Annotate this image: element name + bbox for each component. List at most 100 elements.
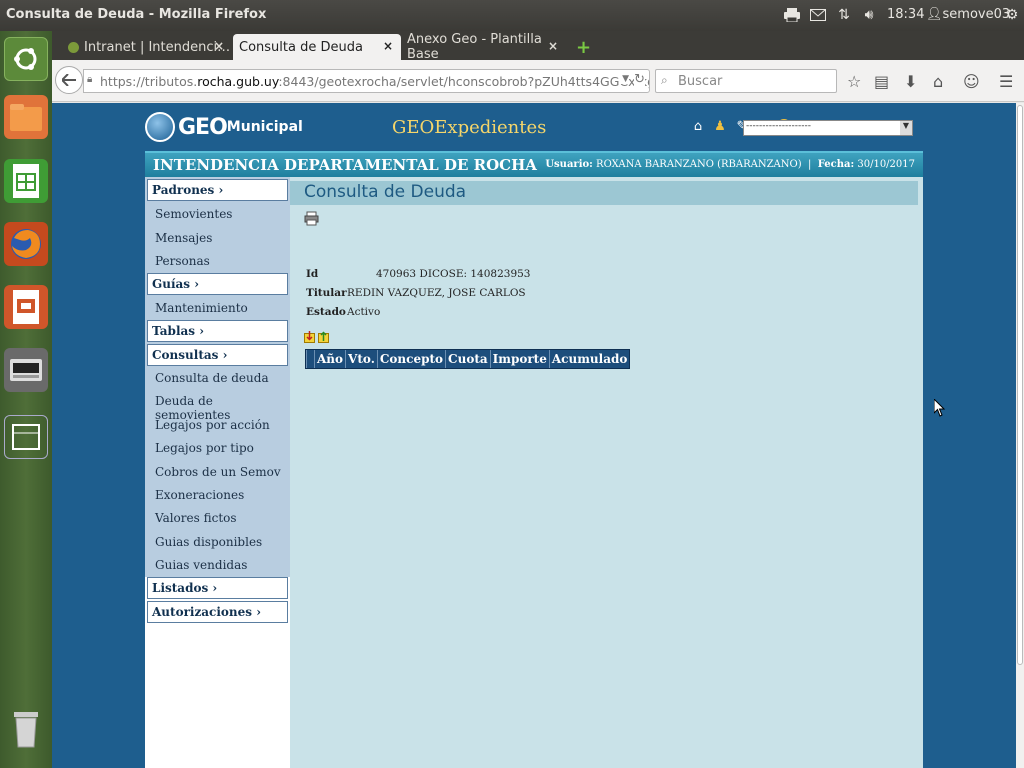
close-tab-icon[interactable]: × [383, 39, 393, 53]
collapse-all-icon[interactable] [318, 328, 329, 347]
estado-label: Estado [306, 306, 346, 318]
table-header-importe[interactable]: Importe [489, 350, 549, 368]
scanner-icon[interactable] [4, 348, 48, 392]
printer-icon[interactable] [782, 5, 802, 25]
sidebar-item-consulta-deuda[interactable]: Consulta de deuda [155, 371, 269, 385]
sidebar-item-exoneraciones[interactable]: Exoneraciones [155, 488, 244, 502]
titular-label: Titular [306, 287, 347, 299]
reading-list-icon[interactable]: ▤ [874, 72, 889, 91]
tab-bar: Intranet | Intendenci… × Consulta de Deu… [52, 31, 1024, 62]
geo-app: GEOMunicipal GEOExpedientes ⌂ ♟ ✎ ✉ ? --… [145, 103, 946, 768]
close-tab-icon[interactable]: × [548, 39, 558, 53]
sidebar-item-mantenimiento[interactable]: Mantenimiento [155, 301, 248, 315]
logo-geo: GEO [178, 114, 228, 140]
tab-label: Consulta de Deuda [239, 39, 363, 55]
tab-anexo-geo[interactable]: Anexo Geo - Plantilla Base × [401, 32, 566, 62]
sidebar-cat-autorizaciones[interactable]: Autorizaciones › [147, 601, 288, 623]
main-content: Consulta de Deuda Id 470963 DICOSE: 1408… [290, 177, 946, 768]
clock[interactable]: 18:34 [887, 7, 924, 22]
workspace-switcher-icon[interactable] [4, 415, 48, 459]
sidebar-item-valores-fictos[interactable]: Valores fictos [155, 511, 237, 525]
sidebar-item-cobros-semov[interactable]: Cobros de un Semov [155, 465, 281, 479]
lock-icon: 🔒︎ [87, 74, 93, 85]
sidebar-item-legajos-accion[interactable]: Legajos por acción [155, 418, 270, 432]
table-header-anio[interactable]: Año [314, 350, 345, 368]
url-bar[interactable]: 🔒︎ https://tributos.rocha.gub.uy:8443/ge… [83, 69, 650, 93]
firefox-window: Intranet | Intendenci… × Consulta de Deu… [52, 31, 1024, 768]
favicon-icon [68, 41, 79, 53]
trash-icon[interactable] [4, 707, 48, 751]
reload-icon[interactable]: ↻ [634, 72, 645, 87]
app-name: GEOExpedientes [392, 117, 547, 138]
sidebar: Padrones › Semovientes Mensajes Personas… [145, 177, 290, 768]
sidebar-cat-listados[interactable]: Listados › [147, 577, 288, 599]
search-input[interactable]: ⌕ Buscar [655, 69, 837, 93]
firefox-icon[interactable] [4, 222, 48, 266]
navigation-bar: 🔒︎ https://tributos.rocha.gub.uy:8443/ge… [52, 60, 1024, 102]
sidebar-item-mensajes[interactable]: Mensajes [155, 231, 212, 245]
id-label: Id [306, 268, 319, 280]
table-header-vto[interactable]: Vto. [345, 350, 377, 368]
dropdown-icon[interactable]: ▼ [619, 74, 629, 84]
menu-icon[interactable]: ☰ [999, 72, 1013, 91]
files-icon[interactable] [4, 95, 48, 139]
tab-consulta-deuda[interactable]: Consulta de Deuda × [233, 34, 401, 60]
page-viewport: GEOMunicipal GEOExpedientes ⌂ ♟ ✎ ✉ ? --… [52, 103, 1016, 768]
sidebar-cat-consultas[interactable]: Consultas › [147, 344, 288, 366]
print-icon[interactable] [304, 211, 319, 230]
tab-intranet[interactable]: Intranet | Intendenci… × [62, 34, 232, 60]
home-icon[interactable]: ⌂ [690, 119, 706, 137]
sidebar-item-legajos-tipo[interactable]: Legajos por tipo [155, 441, 254, 455]
table-header-cuota[interactable]: Cuota [445, 350, 490, 368]
presentation-icon[interactable] [4, 285, 48, 329]
new-tab-button[interactable]: + [570, 34, 594, 60]
sidebar-item-semovientes[interactable]: Semovientes [155, 207, 232, 221]
system-select[interactable]: -------------------- ▼ [743, 120, 913, 136]
sidebar-item-guias-disponibles[interactable]: Guias disponibles [155, 535, 262, 549]
scrollbar-thumb[interactable] [1017, 105, 1023, 665]
users-icon[interactable]: ♟ [712, 119, 728, 137]
sidebar-item-guias-vendidas[interactable]: Guias vendidas [155, 558, 247, 572]
tab-label: Intranet | Intendenci… [84, 39, 231, 55]
window-title: Consulta de Deuda - Mozilla Firefox [6, 7, 267, 22]
mouse-cursor-icon [934, 399, 946, 417]
id-value: 470963 DICOSE: 140823953 [376, 268, 531, 280]
user-info: Usuario: ROXANA BARANZANO (RBARANZANO) |… [545, 159, 915, 170]
chevron-down-icon: ▼ [900, 121, 912, 135]
table-header-concepto[interactable]: Concepto [376, 350, 445, 368]
geomunicipal-logo[interactable]: GEO Municipal [145, 105, 303, 149]
page-scrollbar[interactable] [1016, 103, 1024, 768]
bookmark-star-icon[interactable]: ☆ [847, 72, 861, 91]
back-button[interactable] [55, 66, 83, 94]
expand-all-icon[interactable] [304, 328, 315, 347]
app-header: GEOMunicipal GEOExpedientes ⌂ ♟ ✎ ✉ ? --… [145, 103, 923, 151]
mail-icon[interactable] [808, 5, 828, 25]
top-panel: Consulta de Deuda - Mozilla Firefox ⇅ 🔊︎… [0, 0, 1024, 31]
network-icon[interactable]: ⇅ [834, 5, 854, 25]
gear-icon[interactable]: ⚙ [1002, 5, 1022, 25]
search-placeholder: Buscar [678, 74, 723, 89]
sidebar-cat-guias[interactable]: Guías › [147, 273, 288, 295]
close-tab-icon[interactable]: × [214, 39, 224, 53]
org-bar: INTENDENCIA DEPARTAMENTAL DE ROCHA Usuar… [145, 151, 923, 177]
chat-icon[interactable]: ☺ [963, 72, 980, 91]
home-icon[interactable]: ⌂ [933, 72, 943, 91]
sidebar-cat-padrones[interactable]: Padrones › [147, 179, 288, 201]
ubuntu-dash-icon[interactable] [4, 37, 48, 81]
user-menu[interactable]: 👤︎semove03 [926, 7, 1010, 22]
debt-table: Año Vto. Concepto Cuota Importe Acumulad… [305, 349, 631, 369]
search-icon: ⌕ [661, 73, 668, 87]
sidebar-item-personas[interactable]: Personas [155, 254, 210, 268]
download-icon[interactable]: ⬇ [904, 72, 917, 91]
table-header-select [306, 350, 314, 368]
sidebar-cat-tablas[interactable]: Tablas › [147, 320, 288, 342]
tab-label: Anexo Geo - Plantilla Base [407, 32, 542, 62]
spreadsheet-icon[interactable] [4, 159, 48, 203]
arrow-left-icon [62, 74, 76, 86]
table-header-acumulado[interactable]: Acumulado [548, 350, 630, 368]
estado-value: Activo [347, 306, 381, 318]
date-value: 30/10/2017 [857, 159, 915, 170]
volume-icon[interactable]: 🔊︎ [858, 5, 880, 25]
user-icon: 👤︎ [926, 7, 943, 22]
url-domain: rocha.gub.uy [197, 74, 279, 89]
